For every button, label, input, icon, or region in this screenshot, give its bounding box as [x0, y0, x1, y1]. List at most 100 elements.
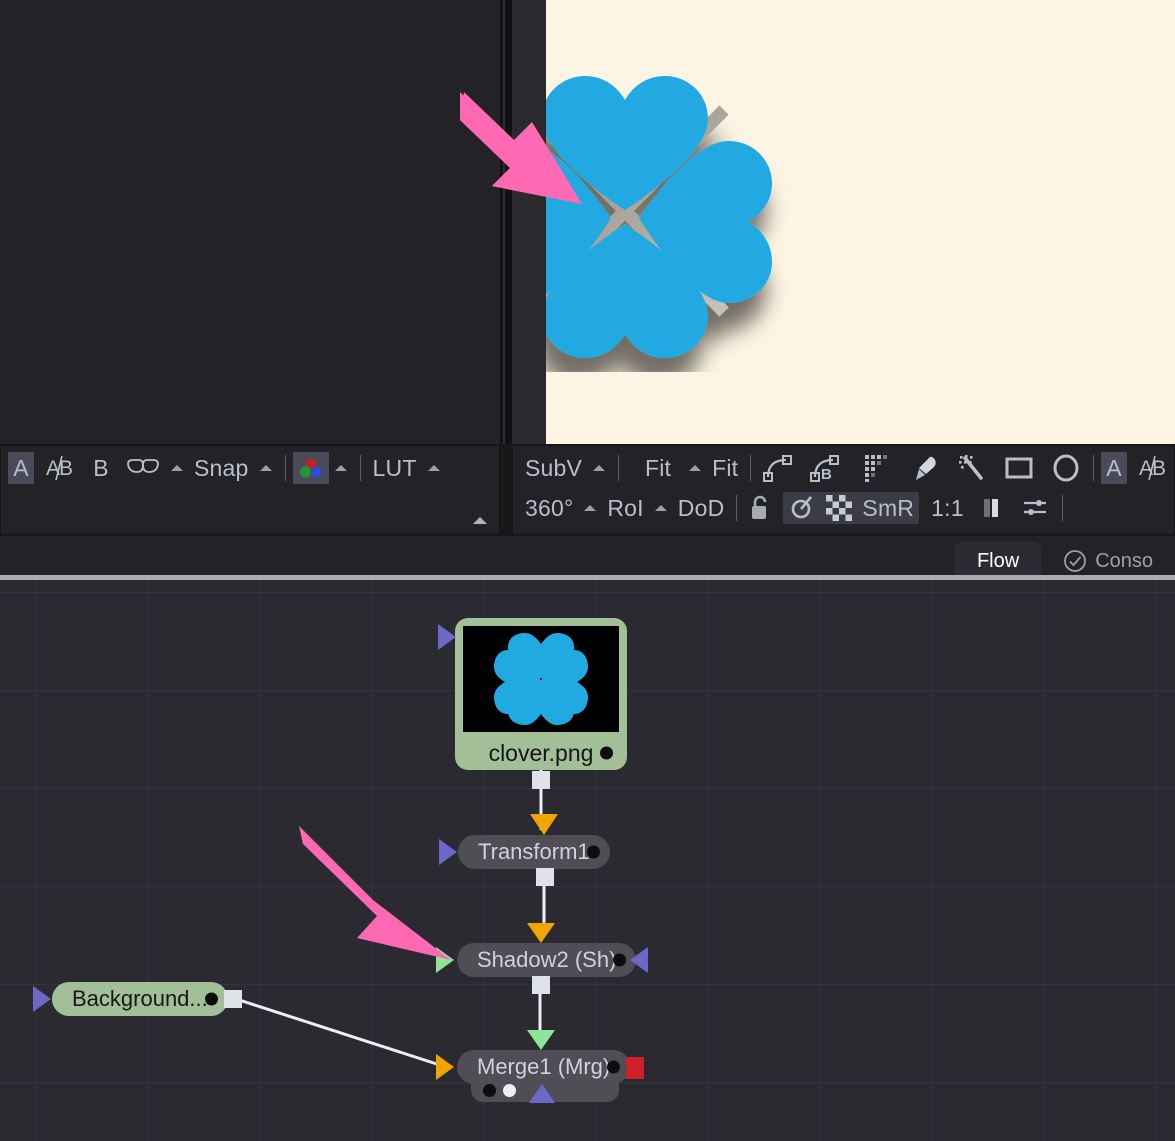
alpha-overlay-icon[interactable] — [783, 492, 822, 524]
magic-wand-icon[interactable] — [952, 452, 992, 484]
node-transform1[interactable]: Transform1 — [439, 814, 610, 886]
bezier-curve-icon[interactable] — [758, 452, 798, 484]
caret-up-icon[interactable] — [584, 505, 597, 511]
caret-up-icon[interactable] — [334, 465, 347, 471]
text-a-icon[interactable]: A — [8, 452, 34, 484]
toolbar-separator — [1093, 455, 1095, 481]
shadow2-output-square[interactable] — [532, 976, 550, 994]
fit-label-2[interactable]: Fit — [707, 452, 743, 484]
node-status-dot — [613, 953, 627, 967]
caret-up-icon[interactable] — [473, 517, 487, 524]
paint-brush-icon[interactable] — [905, 452, 945, 484]
ellipse-icon[interactable] — [1046, 452, 1086, 484]
text-ab-strike-icon[interactable]: A B — [1134, 452, 1174, 484]
merge1-input-arrow-blue[interactable] — [529, 1084, 555, 1103]
snap-label[interactable]: Snap — [189, 452, 254, 484]
background-output-square[interactable] — [224, 990, 242, 1008]
rgb-color-channels-icon[interactable] — [292, 452, 329, 484]
loader-filename-text: clover.png — [488, 739, 594, 766]
wire-background-merge — [232, 996, 447, 1069]
toolbar-separator — [359, 455, 361, 481]
check-circle-icon — [1063, 549, 1087, 573]
caret-up-icon[interactable] — [593, 465, 606, 471]
caret-up-icon[interactable] — [689, 465, 702, 471]
roi-label[interactable]: RoI — [602, 492, 648, 524]
one-to-one-label[interactable]: 1:1 — [926, 492, 969, 524]
caret-up-icon[interactable] — [171, 465, 183, 471]
background-pill[interactable]: Background... — [52, 982, 228, 1016]
sliders-icon[interactable] — [1017, 492, 1055, 524]
node-status-dot — [204, 992, 218, 1006]
transform1-pill[interactable]: Transform1 — [458, 835, 610, 869]
toolbar-separator — [736, 495, 738, 521]
merge1-input-arrow-yellow[interactable] — [436, 1054, 454, 1080]
caret-up-icon[interactable] — [654, 505, 667, 511]
svg-text:A: A — [46, 457, 60, 480]
loader-output-square[interactable] — [532, 771, 550, 789]
node-status-dot — [600, 746, 613, 760]
smooth-resize-label[interactable]: SmR — [857, 492, 920, 524]
viewer-splitter[interactable] — [500, 0, 512, 444]
svg-text:B: B — [821, 466, 832, 482]
rectangle-icon[interactable] — [999, 452, 1039, 484]
clover-image — [546, 62, 816, 362]
merge1-label: Merge1 (Mrg) — [477, 1054, 611, 1079]
shadow2-input-arrow-purple[interactable] — [630, 947, 648, 973]
right-viewer[interactable] — [512, 0, 1175, 444]
left-viewer[interactable] — [0, 0, 500, 444]
lut-label[interactable]: LUT — [368, 452, 422, 484]
left-viewer-toolbar: A A B B Snap LUT — [0, 445, 500, 535]
fit-label[interactable]: Fit — [640, 452, 676, 484]
text-ab-strike-icon[interactable]: A B — [41, 452, 81, 484]
shadow2-pill[interactable]: Shadow2 (Sh) — [457, 943, 637, 977]
image-canvas — [546, 0, 1175, 444]
loader-body[interactable]: clover.png — [455, 618, 627, 770]
shadow2-input-arrow-green[interactable] — [436, 947, 454, 973]
transform1-label: Transform1 — [478, 839, 590, 864]
merge1-output-red-square[interactable] — [626, 1057, 644, 1079]
node-loader-cloverpng[interactable]: clover.png — [438, 618, 627, 789]
toolbar-separator — [284, 455, 286, 481]
splitter-line — [503, 0, 505, 444]
viewer-area — [0, 0, 1175, 444]
checkerboard-icon[interactable] — [821, 492, 858, 524]
tab-console-label: Conso — [1095, 549, 1153, 572]
dod-label[interactable]: DoD — [673, 492, 730, 524]
svg-text:A: A — [1139, 457, 1153, 480]
loader-thumbnail — [463, 626, 619, 732]
merge1-input-arrow-green[interactable] — [527, 1030, 555, 1050]
padlock-icon[interactable] — [744, 492, 776, 524]
caret-up-icon[interactable] — [427, 465, 440, 471]
transform1-input-arrow-purple[interactable] — [439, 839, 457, 865]
bezier-b-spline-icon[interactable]: B — [805, 452, 851, 484]
node-merge1[interactable]: Merge1 (Mrg) — [436, 1030, 644, 1103]
merge1-dot-black — [483, 1084, 496, 1097]
toolbar-separator — [618, 455, 620, 481]
node-status-dot — [607, 1060, 621, 1074]
paint-dots-icon[interactable] — [858, 452, 898, 484]
flow-node-graph[interactable]: clover.png Transform1 Shadow2 (Sh) Merge… — [0, 580, 1175, 1141]
toolbar-separator — [750, 455, 752, 481]
histogram-icon[interactable] — [976, 492, 1010, 524]
background-label: Background... — [72, 986, 208, 1011]
caret-up-icon[interactable] — [259, 465, 272, 471]
node-status-dot — [586, 845, 600, 859]
shadow2-input-arrow-yellow[interactable] — [527, 923, 555, 943]
tab-flow-label: Flow — [976, 549, 1020, 572]
merge1-pill[interactable]: Merge1 (Mrg) — [457, 1050, 631, 1084]
node-shadow2[interactable]: Shadow2 (Sh) — [436, 923, 648, 994]
node-background[interactable]: Background... — [33, 982, 242, 1016]
threesixty-label[interactable]: 360° — [520, 492, 578, 524]
transform1-output-square[interactable] — [536, 868, 554, 886]
background-input-arrow-purple[interactable] — [33, 986, 51, 1012]
text-b-icon[interactable]: B — [88, 452, 114, 484]
panel-tab-bar: Flow Conso — [0, 536, 1175, 580]
shadow2-label: Shadow2 (Sh) — [477, 947, 617, 972]
transform1-input-arrow-yellow[interactable] — [530, 814, 558, 835]
stereo-glasses-icon[interactable] — [121, 452, 165, 484]
loader-filename: clover.png — [463, 732, 619, 774]
text-a-icon[interactable]: A — [1101, 452, 1128, 484]
loader-input-arrow-purple[interactable] — [438, 624, 456, 650]
subview-label[interactable]: SubV — [520, 452, 587, 484]
toolbar-separator — [1061, 495, 1063, 521]
